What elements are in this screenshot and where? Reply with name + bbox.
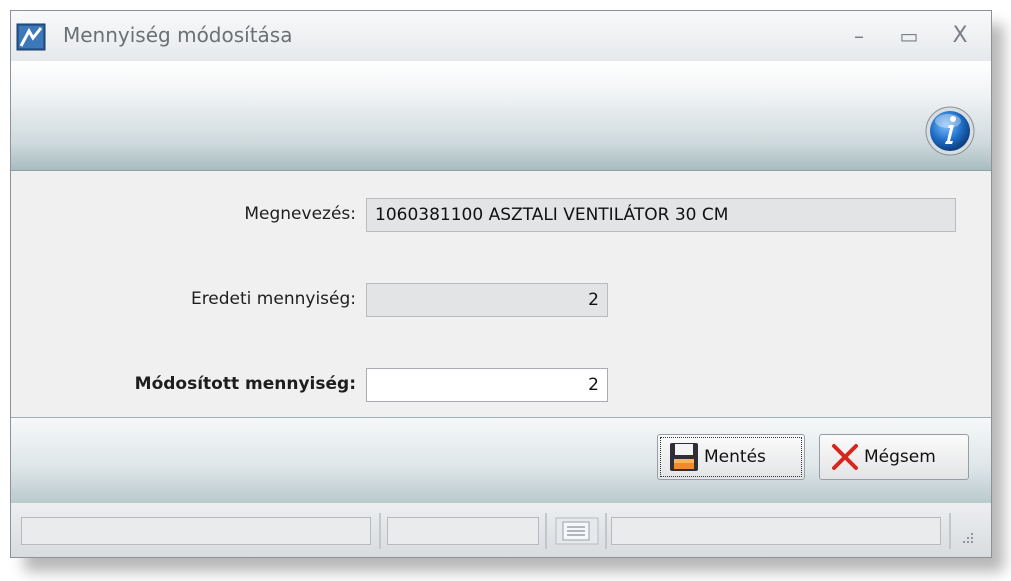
original-quantity-label: Eredeti mennyiség: [190,289,356,309]
save-button-label: Mentés [704,447,766,467]
status-panel-icon [555,517,599,545]
status-panel-3 [611,517,941,545]
cancel-button-label: Mégsem [864,447,936,467]
window-title: Mennyiség módosítása [63,23,293,47]
close-button[interactable]: X [945,21,975,51]
original-quantity-field: 2 [366,283,608,317]
resize-grip-icon[interactable] [957,527,975,545]
status-panel-1 [21,517,371,545]
dialog-window: Mennyiség módosítása – ▭ X Megnevezés: 1… [10,10,992,558]
status-separator [545,513,547,549]
cancel-icon [832,444,858,470]
save-button[interactable]: Mentés [657,434,805,480]
status-bar [11,503,991,557]
name-field: 1060381100 ASZTALI VENTILÁTOR 30 CM [366,198,956,232]
status-separator [605,513,607,549]
title-bar[interactable]: Mennyiség módosítása – ▭ X [11,11,991,62]
name-label: Megnevezés: [244,204,356,224]
minimize-button[interactable]: – [844,21,874,51]
modified-quantity-label: Módosított mennyiség: [134,374,356,394]
save-icon [670,443,698,471]
status-separator [379,513,381,549]
status-panel-2 [387,517,539,545]
info-icon[interactable] [922,103,978,159]
cancel-button[interactable]: Mégsem [819,434,969,480]
maximize-button[interactable]: ▭ [894,21,924,51]
modified-quantity-input[interactable]: 2 [366,368,608,402]
app-icon [16,23,46,51]
status-separator [949,513,951,549]
header-band [11,61,991,171]
